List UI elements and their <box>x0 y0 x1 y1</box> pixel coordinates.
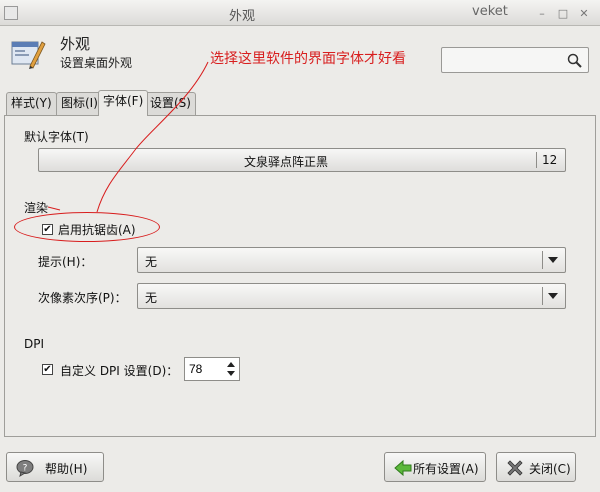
hinting-separator <box>542 251 543 269</box>
close-label: 关闭(C) <box>529 462 571 476</box>
close-icon <box>507 460 523 476</box>
tab-icons[interactable]: 图标(I) <box>56 92 103 115</box>
default-font-label: 默认字体(T) <box>24 130 89 144</box>
subpixel-separator <box>542 287 543 305</box>
close-window-icon[interactable]: ✕ <box>577 7 591 21</box>
title-bar[interactable]: 外观 veket – □ ✕ <box>0 0 600 26</box>
chevron-down-icon[interactable] <box>548 257 558 263</box>
window-title: 外观 <box>228 9 255 24</box>
hinting-value: 无 <box>145 255 158 269</box>
rendering-label: 渲染 <box>24 201 49 215</box>
annotation-text: 选择这里软件的界面字体才好看 <box>210 51 406 67</box>
font-name: 文泉驿点阵正黑 <box>243 155 328 169</box>
help-label: 帮助(H) <box>45 462 88 476</box>
search-input[interactable] <box>446 51 564 69</box>
arrow-left-icon <box>394 459 412 477</box>
custom-dpi-label[interactable]: 自定义 DPI 设置(D)： <box>60 362 178 379</box>
font-size: 12 <box>542 153 558 167</box>
tab-fonts[interactable]: 字体(F) <box>98 90 149 116</box>
help-icon: ? <box>16 460 34 478</box>
annotation-oval <box>14 212 160 242</box>
all-settings-label: 所有设置(A) <box>413 462 479 476</box>
page-subtitle: 设置桌面外观 <box>60 56 133 70</box>
page-title: 外观 <box>60 35 91 53</box>
spin-down-icon[interactable] <box>227 371 235 376</box>
appearance-icon <box>11 41 46 69</box>
subpixel-value: 无 <box>145 291 158 305</box>
help-button[interactable]: ? 帮助(H) <box>6 452 104 482</box>
hinting-label: 提示(H)： <box>38 255 93 269</box>
custom-dpi-checkbox[interactable]: ✔ <box>42 364 53 375</box>
maximize-icon[interactable]: □ <box>556 7 570 21</box>
subpixel-label: 次像素次序(P)： <box>38 291 127 305</box>
dpi-input[interactable] <box>189 361 221 377</box>
close-button[interactable]: 关闭(C) <box>496 452 576 482</box>
hinting-select[interactable]: 无 <box>137 247 566 273</box>
dpi-spinner[interactable] <box>184 357 240 381</box>
search-field[interactable] <box>441 47 589 73</box>
font-chooser-button[interactable]: 文泉驿点阵正黑 12 <box>38 148 566 172</box>
subpixel-select[interactable]: 无 <box>137 283 566 309</box>
wm-name: veket <box>472 4 508 19</box>
all-settings-button[interactable]: 所有设置(A) <box>384 452 486 482</box>
dpi-label: DPI <box>24 337 45 351</box>
tab-settings[interactable]: 设置(S) <box>145 92 196 115</box>
svg-text:?: ? <box>23 464 28 474</box>
spin-up-icon[interactable] <box>227 362 235 367</box>
tab-style[interactable]: 样式(Y) <box>6 92 57 115</box>
minimize-icon[interactable]: – <box>535 7 549 21</box>
chevron-down-icon[interactable] <box>548 293 558 299</box>
font-separator <box>536 152 537 168</box>
search-icon[interactable] <box>566 52 584 70</box>
